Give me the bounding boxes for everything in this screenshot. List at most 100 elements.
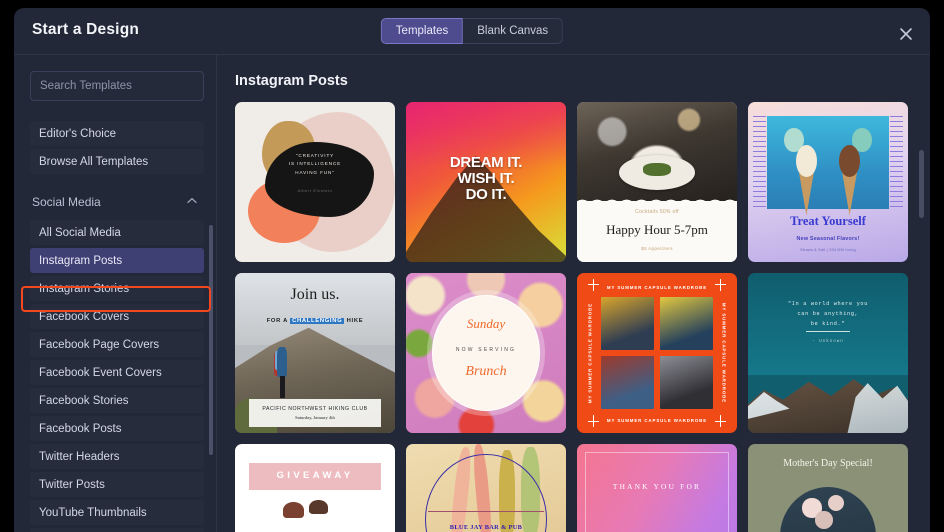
decor-shape	[283, 501, 304, 518]
card-line-3: DO IT.	[465, 186, 507, 204]
card-headline: GIVEAWAY	[276, 469, 354, 481]
template-card-blue-jay-bar[interactable]: BLUE JAY BAR & PUB	[406, 444, 566, 532]
template-card-happy-hour[interactable]: Cocktails 50% off Happy Hour 5-7pm $5 Ap…	[577, 102, 737, 262]
sidebar-group-social-media[interactable]: Social Media	[30, 190, 204, 214]
card-headline: Join us.	[290, 285, 340, 303]
sidebar-item-facebook-page-covers[interactable]: Facebook Page Covers	[30, 332, 204, 357]
sidebar-item-label: Facebook Covers	[39, 310, 130, 323]
sidebar-item-label: Browse All Templates	[39, 155, 149, 168]
card-photo	[660, 297, 713, 350]
card-subhead: FOR A CHALLENGING HIKE	[235, 317, 395, 324]
template-card-giveaway[interactable]: GIVEAWAY	[235, 444, 395, 532]
card-subhead: New Seasonal Flavors!	[796, 236, 860, 243]
sidebar-item-label: Facebook Posts	[39, 422, 122, 435]
sidebar-item-twitter-posts[interactable]: Twitter Posts	[30, 472, 204, 497]
template-card-be-kind-quote[interactable]: "In a world where you can be anything, b…	[748, 273, 908, 433]
sidebar-item-youtube-thumbnails[interactable]: YouTube Thumbnails	[30, 500, 204, 525]
template-card-dream-it[interactable]: DREAM IT. WISH IT. DO IT.	[406, 102, 566, 262]
card-date: Saturday, January 4th	[295, 415, 335, 421]
tab-blank-canvas[interactable]: Blank Canvas	[463, 18, 564, 44]
template-gallery: Instagram Posts "CREATIVITY IS INTELLIGE…	[217, 55, 930, 532]
sidebar-item-label: Editor's Choice	[39, 127, 116, 140]
sidebar-item-twitter-headers[interactable]: Twitter Headers	[30, 444, 204, 469]
close-icon[interactable]	[898, 26, 914, 42]
card-address: Straws & Salt | 334 NW Irving	[800, 247, 856, 252]
sidebar-item-label: YouTube Thumbnails	[39, 506, 147, 519]
decor-shape	[642, 162, 672, 176]
decor-shape	[431, 295, 541, 411]
sidebar-item-label: Facebook Stories	[39, 394, 129, 407]
template-card-thank-you[interactable]: THANK YOU FOR	[577, 444, 737, 532]
card-headline: Mother's Day Special!	[783, 458, 873, 470]
sidebar-item-label: Facebook Event Covers	[39, 366, 162, 379]
sidebar-item-instagram-stories[interactable]: Instagram Stories	[30, 276, 204, 301]
sidebar-item-youtube-channel-art[interactable]: YouTube Channel Art	[30, 528, 204, 532]
sidebar-item-all-social-media[interactable]: All Social Media	[30, 220, 204, 245]
card-banner-bottom: MY SUMMER CAPSULE WARDROBE	[606, 417, 708, 423]
template-grid: "CREATIVITY IS INTELLIGENCE HAVING FUN" …	[235, 102, 908, 532]
sidebar-item-label: All Social Media	[39, 226, 121, 239]
search-input[interactable]	[31, 72, 203, 100]
card-photo	[660, 356, 713, 409]
card-banner-right: MY SUMMER CAPSULE WARDROBE	[721, 302, 727, 404]
card-sub-pre: FOR A	[266, 317, 291, 324]
ice-cream-cone-icon	[796, 145, 817, 216]
sidebar-item-facebook-stories[interactable]: Facebook Stories	[30, 388, 204, 413]
card-photo	[767, 116, 889, 210]
card-line-1: Sunday	[466, 316, 506, 332]
sidebar-item-facebook-covers[interactable]: Facebook Covers	[30, 304, 204, 329]
sidebar: Editor's Choice Browse All Templates Soc…	[14, 55, 217, 532]
gallery-title: Instagram Posts	[235, 73, 348, 89]
card-headline: Happy Hour 5-7pm	[606, 222, 708, 237]
template-card-creativity-quote[interactable]: "CREATIVITY IS INTELLIGENCE HAVING FUN" …	[235, 102, 395, 262]
template-card-treat-yourself[interactable]: Treat Yourself New Seasonal Flavors! Str…	[748, 102, 908, 262]
card-line-1: DREAM IT.	[449, 153, 523, 171]
card-headline: THANK YOU FOR	[612, 482, 702, 492]
sidebar-scrollbar-thumb[interactable]	[209, 225, 213, 455]
card-club: PACIFIC NORTHWEST HIKING CLUB	[262, 405, 368, 412]
decor-shape	[752, 116, 766, 210]
tab-templates[interactable]: Templates	[380, 18, 464, 44]
template-card-mothers-day[interactable]: Mother's Day Special!	[748, 444, 908, 532]
card-line-2: NOW SERVING	[455, 346, 517, 353]
card-banner-left: MY SUMMER CAPSULE WARDROBE	[587, 302, 593, 404]
sidebar-item-browse-all[interactable]: Browse All Templates	[30, 149, 204, 174]
card-author: Albert Einstein	[297, 188, 333, 194]
card-headline: Treat Yourself	[790, 214, 866, 228]
gallery-scrollbar-thumb[interactable]	[919, 150, 924, 218]
card-quote: "CREATIVITY IS INTELLIGENCE HAVING FUN"	[288, 152, 342, 175]
page-title: Start a Design	[32, 21, 140, 38]
ice-cream-cone-icon	[839, 145, 860, 216]
card-line-3: Brunch	[465, 364, 507, 380]
divider	[428, 511, 544, 513]
card-headline: DREAM IT. WISH IT. DO IT.	[406, 153, 566, 204]
search-icon[interactable]	[203, 72, 204, 100]
card-headline: BLUE JAY BAR & PUB	[449, 524, 523, 531]
sidebar-item-label: Twitter Posts	[39, 478, 105, 491]
modal-header: Start a Design Templates Blank Canvas	[14, 8, 930, 55]
sidebar-item-label: Instagram Stories	[39, 282, 130, 295]
decor-shape	[585, 452, 729, 532]
chevron-up-icon	[187, 197, 197, 207]
card-sub-post: HIKE	[344, 317, 364, 324]
card-footnote: $5 Appetizers	[641, 246, 673, 251]
card-sub-highlight: CHALLENGING	[290, 317, 345, 324]
sidebar-item-editors-choice[interactable]: Editor's Choice	[30, 121, 204, 146]
start-a-design-modal: Start a Design Templates Blank Canvas Se…	[14, 8, 930, 532]
sidebar-group-label: Social Media	[32, 195, 101, 209]
sidebar-item-instagram-posts[interactable]: Instagram Posts	[30, 248, 204, 273]
card-quote: "In a world where you can be anything, b…	[787, 300, 869, 328]
decor-shape	[815, 511, 833, 529]
sidebar-item-facebook-posts[interactable]: Facebook Posts	[30, 416, 204, 441]
template-card-join-us-hike[interactable]: Join us. FOR A CHALLENGING HIKE PACIFIC …	[235, 273, 395, 433]
card-eyebrow: Cocktails 50% off	[635, 209, 679, 216]
template-card-sunday-brunch[interactable]: Sunday NOW SERVING Brunch	[406, 273, 566, 433]
card-photo	[601, 297, 654, 350]
sidebar-item-label: Facebook Page Covers	[39, 338, 160, 351]
sidebar-item-label: Twitter Headers	[39, 450, 120, 463]
sidebar-item-facebook-event-covers[interactable]: Facebook Event Covers	[30, 360, 204, 385]
hiker-figure	[273, 340, 291, 398]
template-card-capsule-wardrobe[interactable]: MY SUMMER CAPSULE WARDROBE MY SUMMER CAP…	[577, 273, 737, 433]
modal-body: Editor's Choice Browse All Templates Soc…	[14, 55, 930, 532]
